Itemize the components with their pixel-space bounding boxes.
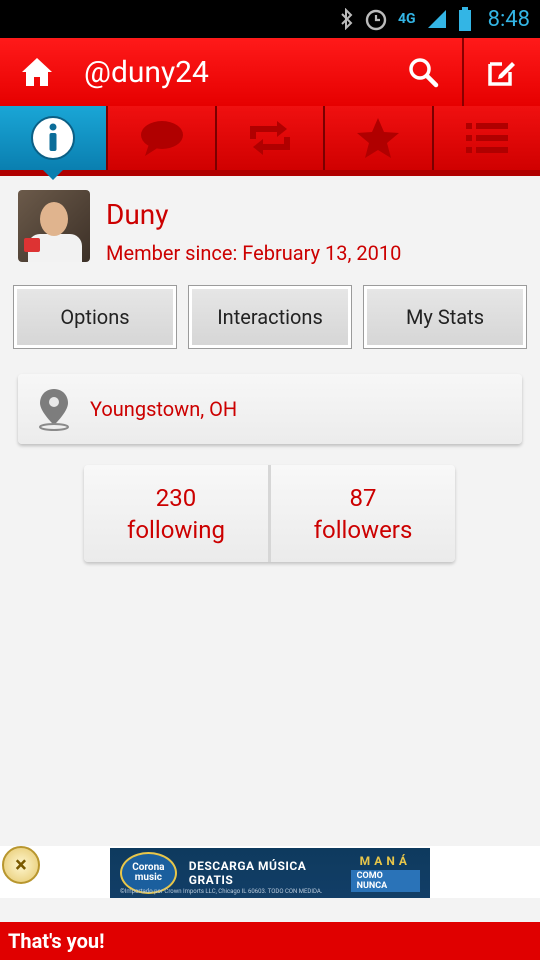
ad-headline: DESCARGA MÚSICA GRATIS	[188, 859, 307, 887]
interactions-label: Interactions	[192, 289, 348, 345]
ad-brand-sub: COMO NUNCA	[350, 870, 420, 892]
toast-message: That's you!	[8, 929, 105, 953]
followers-label: followers	[313, 515, 413, 544]
member-since: Member since: February 13, 2010	[106, 241, 402, 265]
followers-count: 87	[349, 483, 377, 512]
compose-icon	[488, 62, 515, 86]
location-card[interactable]: Youngstown, OH	[18, 374, 522, 444]
ad-logo-line2: music	[134, 872, 163, 883]
page-title: @duny24	[84, 54, 209, 90]
ad-fine-print: ©Importado por Crown Imports LLC, Chicag…	[120, 888, 323, 895]
following-stat[interactable]: 230 following	[84, 465, 268, 562]
location-pin-icon	[18, 387, 90, 431]
following-count: 230	[155, 483, 197, 512]
ad-brand-block: MANÁ COMO NUNCA	[350, 854, 420, 892]
follow-stats: 230 following 87 followers	[84, 465, 455, 562]
ad-strip: × Corona music DESCARGA MÚSICA GRATIS MA…	[0, 846, 540, 898]
tab-info[interactable]	[0, 106, 109, 180]
my-stats-label: My Stats	[367, 289, 523, 345]
profile-name: Duny	[106, 198, 169, 231]
network-4g-icon: 4G	[398, 7, 416, 31]
ad-brand: MANÁ	[359, 854, 411, 868]
options-button[interactable]: Options	[13, 285, 177, 349]
clock: 8:48	[487, 6, 530, 32]
alarm-icon	[364, 7, 388, 31]
retweet-icon	[250, 121, 291, 155]
profile-actions: Options Interactions My Stats	[13, 285, 527, 349]
tab-conversations[interactable]	[108, 106, 217, 170]
list-icon	[465, 123, 508, 153]
bluetooth-icon	[340, 7, 354, 31]
network-label: 4G	[398, 11, 416, 27]
following-label: following	[127, 515, 225, 544]
status-bar: 4G 8:48	[0, 0, 540, 38]
search-icon	[409, 58, 439, 88]
battery-icon	[458, 7, 472, 31]
profile-header: Duny Member since: February 13, 2010	[18, 190, 401, 265]
home-icon	[22, 58, 52, 86]
avatar[interactable]	[18, 190, 90, 262]
toast-bar: That's you!	[0, 922, 540, 960]
close-ad-icon[interactable]: ×	[2, 846, 40, 884]
action-bar: @duny24	[0, 38, 540, 106]
profile-info: Duny Member since: February 13, 2010	[106, 190, 401, 265]
followers-stat[interactable]: 87 followers	[271, 465, 455, 562]
compose-button[interactable]	[462, 38, 540, 106]
tab-bar	[0, 106, 540, 180]
home-button[interactable]	[0, 38, 74, 106]
signal-icon	[426, 7, 448, 31]
search-button[interactable]	[384, 38, 462, 106]
my-stats-button[interactable]: My Stats	[363, 285, 527, 349]
star-icon	[357, 118, 400, 158]
interactions-button[interactable]: Interactions	[188, 285, 352, 349]
ad-banner[interactable]: Corona music DESCARGA MÚSICA GRATIS MANÁ…	[110, 848, 430, 898]
tab-lists[interactable]	[433, 106, 540, 170]
tab-favorites[interactable]	[325, 106, 434, 170]
tab-retweets[interactable]	[216, 106, 326, 170]
options-label: Options	[17, 289, 173, 345]
speech-bubble-icon	[140, 121, 183, 156]
info-icon	[31, 116, 76, 160]
location-text: Youngstown, OH	[90, 397, 238, 421]
